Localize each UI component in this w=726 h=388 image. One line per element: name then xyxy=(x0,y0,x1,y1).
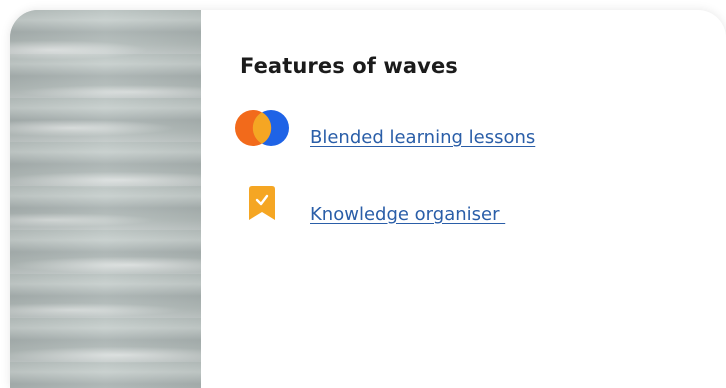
knowledge-organiser-label: Knowledge organiser xyxy=(310,204,506,225)
blended-learning-icon xyxy=(234,110,290,155)
water-ripple-image xyxy=(10,10,201,388)
bookmark-check-icon xyxy=(249,186,275,225)
topic-card: Features of waves Blended learning lesso… xyxy=(10,10,726,388)
topic-title: Features of waves xyxy=(240,54,458,78)
knowledge-organiser-link[interactable]: Knowledge organiser xyxy=(234,186,694,226)
blended-learning-label: Blended learning lessons xyxy=(310,127,536,148)
blended-learning-link[interactable]: Blended learning lessons xyxy=(234,110,694,150)
